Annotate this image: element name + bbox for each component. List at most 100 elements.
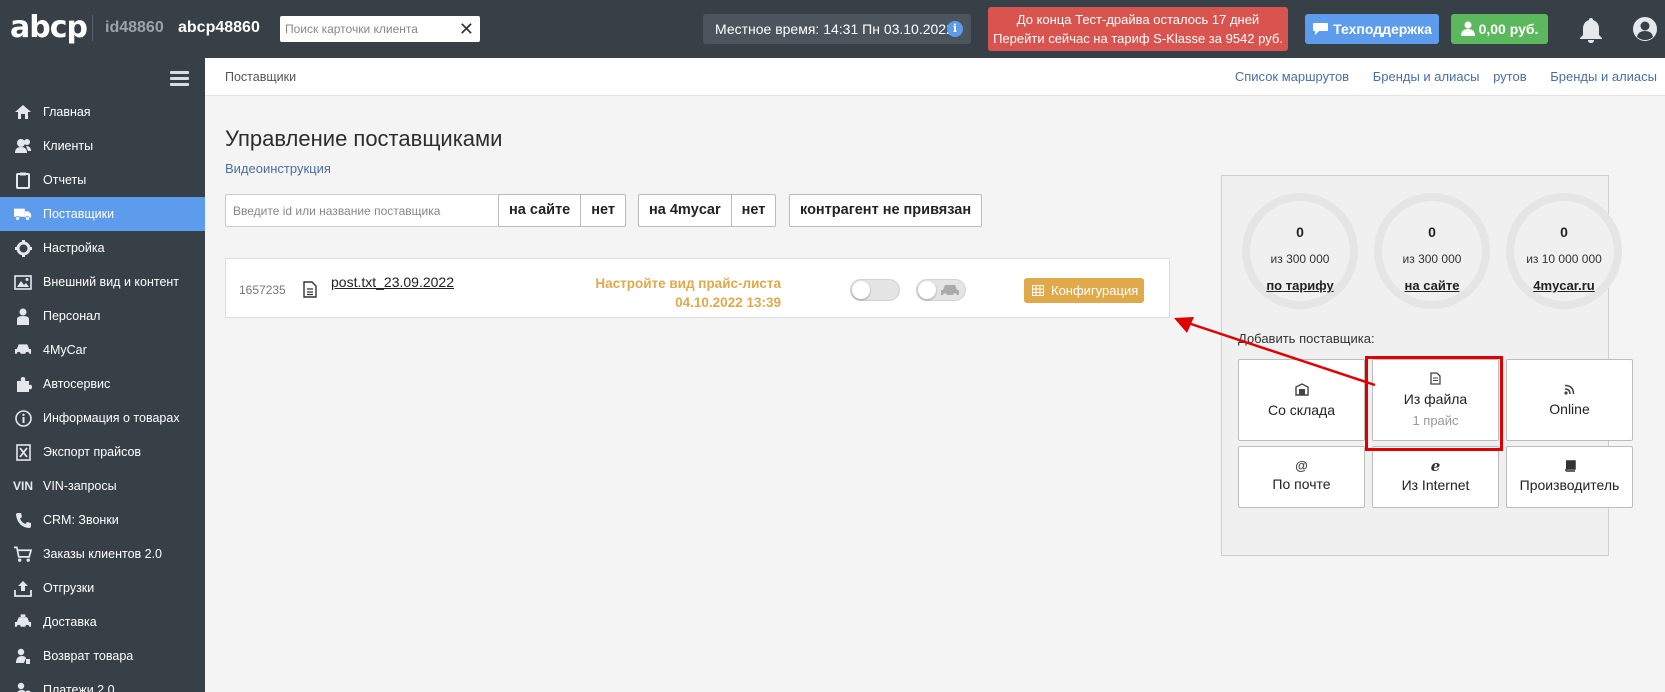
bell-icon[interactable] [1578, 16, 1604, 44]
warehouse-icon [1294, 383, 1309, 396]
add-manufacturer-tile[interactable]: Производитель [1506, 446, 1633, 508]
sidebar: Главная Клиенты Отчеты Поставщики Настро… [0, 58, 205, 692]
supplier-file-link[interactable]: post.txt_23.09.2022 [331, 274, 454, 290]
sidebar-item-staff[interactable]: Персонал [0, 299, 205, 333]
account-id: id48860 [105, 19, 164, 36]
stat-value: 0 [1428, 224, 1436, 240]
filter-on-4mycar-no-button[interactable]: нет [730, 195, 776, 226]
stat-4mycar: 0 из 10 000 000 4mycar.ru [1506, 193, 1622, 309]
support-button[interactable]: Техподдержка [1305, 14, 1439, 44]
sidebar-item-label: Главная [43, 105, 91, 119]
sidebar-item-reports[interactable]: Отчеты [0, 163, 205, 197]
stat-tariff: 0 из 300 000 по тарифу [1242, 193, 1358, 309]
filter-contractor-button[interactable]: контрагент не привязан [790, 195, 981, 226]
filter-on-4mycar-button[interactable]: на 4mycar [639, 195, 731, 226]
upload-icon [14, 580, 32, 597]
sidebar-item-clients[interactable]: Клиенты [0, 129, 205, 163]
person-icon [1460, 21, 1475, 36]
stat-4mycar-link[interactable]: 4mycar.ru [1514, 278, 1614, 293]
sidebar-item-suppliers[interactable]: Поставщики [0, 197, 205, 231]
info-circle-icon [14, 409, 32, 427]
excel-icon [14, 443, 32, 461]
car-icon [14, 342, 32, 358]
on-site-toggle[interactable] [850, 279, 900, 301]
sidebar-item-returns[interactable]: Возврат товара [0, 639, 205, 673]
sidebar-item-product-info[interactable]: Информация о товарах [0, 401, 205, 435]
cart-icon [14, 546, 32, 562]
rss-icon [1564, 384, 1575, 395]
sidebar-item-label: Отчеты [43, 173, 87, 187]
gear-icon [14, 239, 32, 257]
brands-aliases-link-duplicate[interactable]: Бренды и алиасы [1550, 69, 1657, 84]
add-from-warehouse-tile[interactable]: Со склада [1238, 359, 1365, 441]
balance-button[interactable]: 0,00 руб. [1451, 14, 1548, 44]
trial-banner[interactable]: До конца Тест-драйва осталось 17 дней Пе… [988, 7, 1288, 51]
top-bar: abcp id48860 abcp48860 ✕ Местное время: … [0, 0, 1665, 58]
4mycar-toggle[interactable] [916, 279, 966, 301]
supplier-search-input[interactable] [226, 195, 512, 226]
routes-list-link[interactable]: Список маршрутов [1235, 69, 1349, 84]
video-instruction-link[interactable]: Видеоинструкция [225, 161, 331, 176]
page-title: Управление поставщиками [225, 126, 503, 151]
stat-value: 0 [1560, 224, 1568, 240]
supplier-id: 1657235 [239, 283, 286, 297]
sidebar-item-label: Клиенты [43, 139, 94, 153]
breadcrumb: Поставщики [225, 70, 297, 84]
add-from-file-tile[interactable]: Из файла 1 прайс [1372, 359, 1499, 441]
close-icon[interactable]: ✕ [459, 19, 474, 39]
stat-limit: из 300 000 [1402, 252, 1462, 266]
info-icon[interactable]: i [947, 21, 963, 37]
table-icon [1032, 285, 1044, 296]
sidebar-item-label: CRM: Звонки [43, 513, 119, 527]
clipboard-icon [14, 172, 32, 189]
brands-aliases-link[interactable]: Бренды и алиасы [1373, 69, 1480, 84]
main-content: Поставщики Список маршрутов Бренды и али… [205, 58, 1665, 692]
sidebar-item-autoservice[interactable]: Автосервис [0, 367, 205, 401]
sidebar-item-shipments[interactable]: Отгрузки [0, 571, 205, 605]
client-search-input[interactable] [280, 16, 450, 42]
filter-on-site-button[interactable]: на сайте [499, 195, 580, 226]
payment-icon [14, 682, 32, 692]
support-label: Техподдержка [1333, 21, 1432, 37]
vin-icon: VIN [13, 479, 34, 493]
add-supplier-title: Добавить поставщика: [1238, 331, 1375, 346]
sidebar-item-label: Заказы клиентов 2.0 [43, 547, 163, 561]
stat-on-site-link[interactable]: на сайте [1382, 278, 1482, 293]
logo[interactable]: abcp [10, 10, 88, 45]
filter-on-site-no-button[interactable]: нет [580, 195, 625, 226]
sidebar-item-client-orders[interactable]: Заказы клиентов 2.0 [0, 537, 205, 571]
sidebar-item-crm-calls[interactable]: CRM: Звонки [0, 503, 205, 537]
sidebar-item-home[interactable]: Главная [0, 95, 205, 129]
local-time: Местное время: 14:31 Пн 03.10.2022 i [703, 14, 971, 44]
supplier-status-text: Настройте вид прайс-листа [595, 276, 781, 291]
routes-list-link-clipped[interactable]: рутов [1493, 69, 1527, 84]
sidebar-item-delivery[interactable]: Доставка [0, 605, 205, 639]
balance-label: 0,00 руб. [1478, 21, 1539, 37]
add-from-internet-tile[interactable]: e Из Internet [1372, 446, 1499, 508]
tile-label: Производитель [1519, 477, 1620, 493]
logo-divider [92, 15, 93, 41]
add-by-email-tile[interactable]: @ По почте [1238, 446, 1365, 508]
sidebar-item-price-export[interactable]: Экспорт прайсов [0, 435, 205, 469]
chat-icon [1313, 23, 1329, 35]
stat-limit: из 300 000 [1270, 252, 1330, 266]
sidebar-item-vin-requests[interactable]: VIN VIN-запросы [0, 469, 205, 503]
configuration-label: Конфигурация [1051, 283, 1139, 298]
top-links: Список маршрутов Бренды и алиасы рутов Б… [1215, 69, 1657, 84]
sidebar-item-payments[interactable]: Платежи 2.0 [0, 673, 205, 692]
sidebar-item-settings[interactable]: Настройка [0, 231, 205, 265]
sidebar-item-appearance[interactable]: Внешний вид и контент [0, 265, 205, 299]
sidebar-item-label: Автосервис [43, 377, 111, 391]
toggle-knob [918, 281, 936, 299]
filter-on-site: на сайте нет [498, 194, 626, 227]
add-online-tile[interactable]: Online [1506, 359, 1633, 441]
stat-tariff-link[interactable]: по тарифу [1250, 278, 1350, 293]
supplier-status-date: 04.10.2022 13:39 [675, 295, 781, 310]
user-account-icon[interactable] [1632, 16, 1658, 42]
truck-icon [14, 206, 32, 222]
configuration-button[interactable]: Конфигурация [1024, 278, 1144, 303]
sidebar-item-4mycar[interactable]: 4MyCar [0, 333, 205, 367]
toggle-knob [852, 281, 870, 299]
hamburger-menu-icon[interactable] [170, 71, 189, 86]
client-search: ✕ [280, 16, 480, 42]
